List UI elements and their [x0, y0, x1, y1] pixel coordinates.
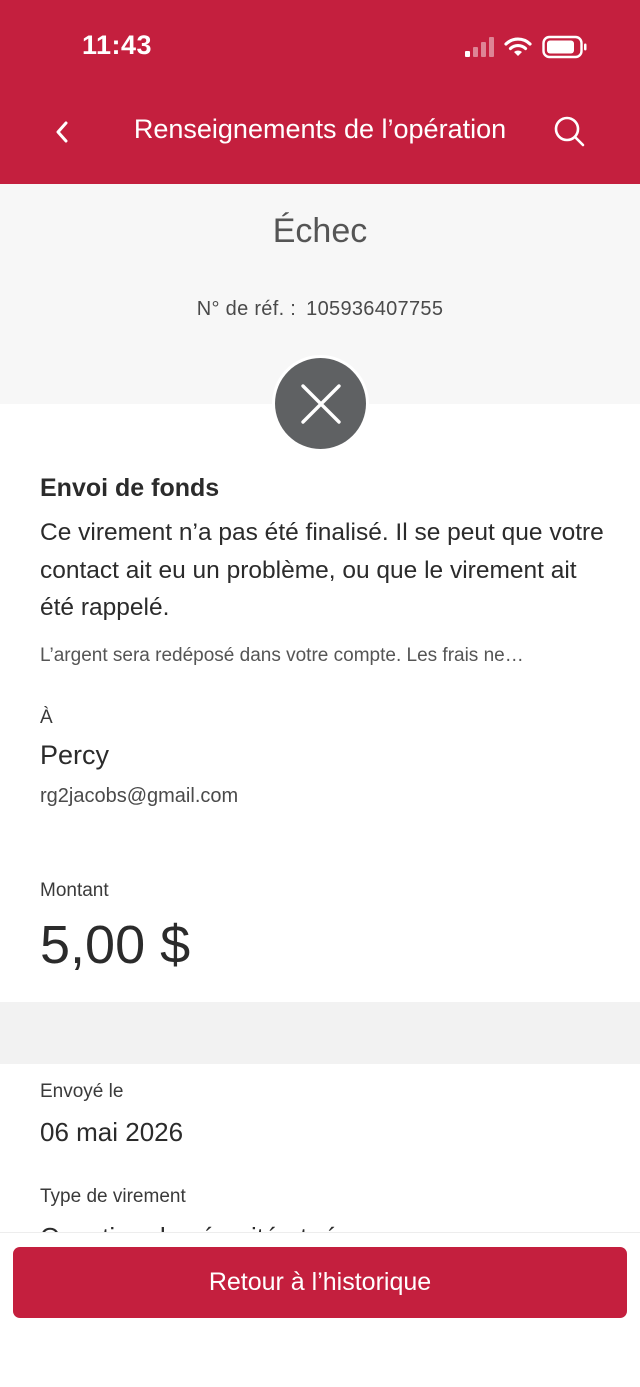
recipient-name: Percy	[40, 740, 110, 770]
amount-label: Montant	[40, 880, 109, 901]
transfer-type-value: Question de sécurité et réponse	[40, 1222, 409, 1232]
cellular-signal-icon	[465, 37, 494, 57]
section-divider	[0, 1002, 640, 1064]
section-heading: Envoi de fonds	[40, 474, 220, 502]
reference-label: N° de réf. :	[196, 298, 297, 320]
back-to-history-button[interactable]: Retour à l’historique	[13, 1247, 627, 1318]
sent-date-value: 06 mai 2026	[40, 1117, 184, 1147]
transfer-type-clip: Question de sécurité et réponse	[0, 1222, 640, 1232]
app-header: 11:43 Renseignements de l’opération	[0, 0, 640, 184]
recipient-email: rg2jacobs@gmail.com	[40, 785, 239, 807]
amount-value: 5,00 $	[40, 915, 191, 975]
close-icon	[300, 383, 341, 424]
recipient-label: À	[40, 707, 53, 728]
search-button[interactable]	[550, 112, 590, 152]
failure-message: Ce virement n’a pas été finalisé. Il se …	[40, 519, 604, 621]
status-icons	[465, 34, 588, 60]
refund-note[interactable]: L’argent sera redéposé dans votre compte…	[40, 645, 602, 667]
status-time: 11:43	[82, 30, 153, 60]
failed-status-badge	[275, 358, 366, 449]
wifi-icon	[504, 37, 532, 56]
transfer-type-label: Type de virement	[40, 1186, 186, 1207]
search-icon	[554, 116, 585, 147]
battery-icon	[542, 35, 587, 59]
reference-number: N° de réf. : 105936407755	[0, 298, 640, 321]
transaction-status: Échec	[272, 212, 368, 250]
page-title: Renseignements de l’opération	[133, 114, 507, 144]
reference-value: 105936407755	[306, 298, 444, 320]
sent-date-label: Envoyé le	[40, 1081, 124, 1102]
